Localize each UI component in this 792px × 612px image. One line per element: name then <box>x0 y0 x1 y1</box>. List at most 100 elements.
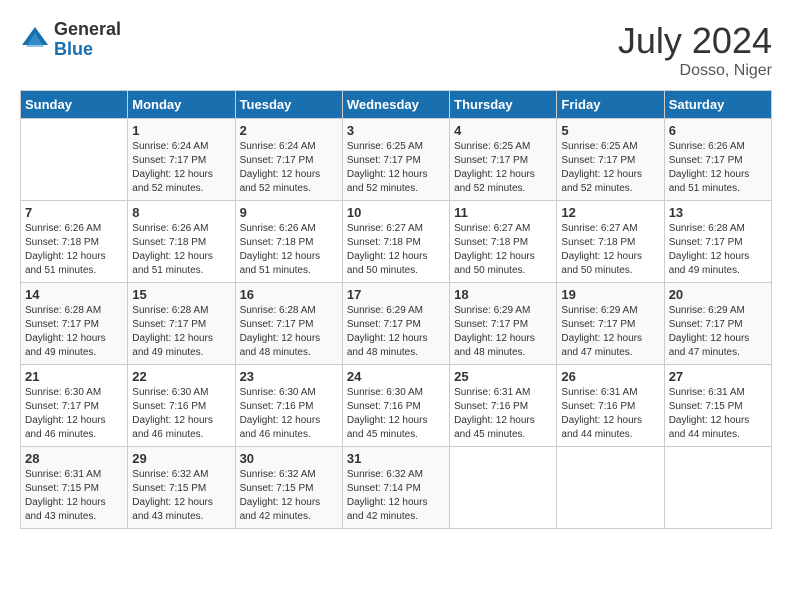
calendar-cell: 26 Sunrise: 6:31 AMSunset: 7:16 PMDayligh… <box>557 365 664 447</box>
day-number: 27 <box>669 369 767 384</box>
calendar-cell: 22 Sunrise: 6:30 AMSunset: 7:16 PMDayligh… <box>128 365 235 447</box>
calendar-cell: 14 Sunrise: 6:28 AMSunset: 7:17 PMDayligh… <box>21 283 128 365</box>
day-number: 7 <box>25 205 123 220</box>
day-number: 25 <box>454 369 552 384</box>
day-number: 12 <box>561 205 659 220</box>
day-number: 13 <box>669 205 767 220</box>
day-info: Sunrise: 6:24 AMSunset: 7:17 PMDaylight:… <box>240 140 338 196</box>
calendar-week-row: 1Sunrise: 6:24 AMSunset: 7:17 PMDaylight… <box>21 119 772 201</box>
weekday-header: Sunday <box>21 91 128 119</box>
calendar-cell: 30Sunrise: 6:32 AMSunset: 7:15 PMDayligh… <box>235 447 342 529</box>
calendar-week-row: 21 Sunrise: 6:30 AMSunset: 7:17 PMDayligh… <box>21 365 772 447</box>
day-number: 5 <box>561 123 659 138</box>
calendar-cell: 11 Sunrise: 6:27 AMSunset: 7:18 PMDayligh… <box>450 201 557 283</box>
logo-icon <box>20 25 50 55</box>
calendar-cell: 19 Sunrise: 6:29 AMSunset: 7:17 PMDayligh… <box>557 283 664 365</box>
day-info: Sunrise: 6:26 AMSunset: 7:18 PMDaylight:… <box>132 222 230 278</box>
day-info: Sunrise: 6:25 AMSunset: 7:17 PMDaylight:… <box>347 140 445 196</box>
calendar-cell: 12 Sunrise: 6:27 AMSunset: 7:18 PMDayligh… <box>557 201 664 283</box>
day-number: 14 <box>25 287 123 302</box>
day-number: 16 <box>240 287 338 302</box>
day-info: Sunrise: 6:28 AMSunset: 7:17 PMDaylight:… <box>669 222 767 278</box>
calendar-cell: 21 Sunrise: 6:30 AMSunset: 7:17 PMDayligh… <box>21 365 128 447</box>
calendar-cell <box>557 447 664 529</box>
calendar-table: SundayMondayTuesdayWednesdayThursdayFrid… <box>20 90 772 529</box>
day-info: Sunrise: 6:28 AMSunset: 7:17 PMDaylight:… <box>25 304 123 360</box>
day-info: Sunrise: 6:29 AMSunset: 7:17 PMDaylight:… <box>669 304 767 360</box>
calendar-cell: 15Sunrise: 6:28 AMSunset: 7:17 PMDayligh… <box>128 283 235 365</box>
calendar-cell: 6Sunrise: 6:26 AMSunset: 7:17 PMDaylight… <box>664 119 771 201</box>
day-number: 21 <box>25 369 123 384</box>
calendar-cell: 31 Sunrise: 6:32 AMSunset: 7:14 PMDayligh… <box>342 447 449 529</box>
day-number: 29 <box>132 451 230 466</box>
weekday-header: Thursday <box>450 91 557 119</box>
calendar-cell: 17 Sunrise: 6:29 AMSunset: 7:17 PMDayligh… <box>342 283 449 365</box>
weekday-header: Wednesday <box>342 91 449 119</box>
calendar-cell: 18 Sunrise: 6:29 AMSunset: 7:17 PMDayligh… <box>450 283 557 365</box>
weekday-header: Monday <box>128 91 235 119</box>
day-number: 30 <box>240 451 338 466</box>
logo: General Blue <box>20 20 121 60</box>
logo-general-text: General <box>54 20 121 40</box>
day-number: 22 <box>132 369 230 384</box>
weekday-header: Saturday <box>664 91 771 119</box>
day-number: 28 <box>25 451 123 466</box>
calendar-week-row: 7 Sunrise: 6:26 AMSunset: 7:18 PMDaylight… <box>21 201 772 283</box>
day-number: 20 <box>669 287 767 302</box>
day-info: Sunrise: 6:27 AMSunset: 7:18 PMDaylight:… <box>561 222 659 278</box>
day-info: Sunrise: 6:25 AMSunset: 7:17 PMDaylight:… <box>454 140 552 196</box>
calendar-cell: 10Sunrise: 6:27 AMSunset: 7:18 PMDayligh… <box>342 201 449 283</box>
calendar-cell: 24Sunrise: 6:30 AMSunset: 7:16 PMDayligh… <box>342 365 449 447</box>
day-info: Sunrise: 6:30 AMSunset: 7:16 PMDaylight:… <box>347 386 445 442</box>
calendar-cell: 28 Sunrise: 6:31 AMSunset: 7:15 PMDayligh… <box>21 447 128 529</box>
day-info: Sunrise: 6:26 AMSunset: 7:18 PMDaylight:… <box>240 222 338 278</box>
day-number: 26 <box>561 369 659 384</box>
day-info: Sunrise: 6:31 AMSunset: 7:15 PMDaylight:… <box>25 468 123 524</box>
calendar-cell <box>21 119 128 201</box>
calendar-cell: 27 Sunrise: 6:31 AMSunset: 7:15 PMDayligh… <box>664 365 771 447</box>
calendar-cell: 3 Sunrise: 6:25 AMSunset: 7:17 PMDaylight… <box>342 119 449 201</box>
calendar-cell: 25 Sunrise: 6:31 AMSunset: 7:16 PMDayligh… <box>450 365 557 447</box>
calendar-cell: 16 Sunrise: 6:28 AMSunset: 7:17 PMDayligh… <box>235 283 342 365</box>
calendar-cell: 8Sunrise: 6:26 AMSunset: 7:18 PMDaylight… <box>128 201 235 283</box>
calendar-cell: 4 Sunrise: 6:25 AMSunset: 7:17 PMDaylight… <box>450 119 557 201</box>
day-info: Sunrise: 6:31 AMSunset: 7:15 PMDaylight:… <box>669 386 767 442</box>
day-number: 4 <box>454 123 552 138</box>
day-info: Sunrise: 6:30 AMSunset: 7:17 PMDaylight:… <box>25 386 123 442</box>
day-info: Sunrise: 6:31 AMSunset: 7:16 PMDaylight:… <box>454 386 552 442</box>
calendar-cell: 13 Sunrise: 6:28 AMSunset: 7:17 PMDayligh… <box>664 201 771 283</box>
day-info: Sunrise: 6:30 AMSunset: 7:16 PMDaylight:… <box>132 386 230 442</box>
day-info: Sunrise: 6:31 AMSunset: 7:16 PMDaylight:… <box>561 386 659 442</box>
logo-text: General Blue <box>54 20 121 60</box>
day-info: Sunrise: 6:29 AMSunset: 7:17 PMDaylight:… <box>561 304 659 360</box>
day-number: 19 <box>561 287 659 302</box>
day-number: 10 <box>347 205 445 220</box>
calendar-cell: 9 Sunrise: 6:26 AMSunset: 7:18 PMDaylight… <box>235 201 342 283</box>
day-info: Sunrise: 6:28 AMSunset: 7:17 PMDaylight:… <box>240 304 338 360</box>
day-number: 11 <box>454 205 552 220</box>
day-info: Sunrise: 6:27 AMSunset: 7:18 PMDaylight:… <box>454 222 552 278</box>
day-info: Sunrise: 6:32 AMSunset: 7:15 PMDaylight:… <box>132 468 230 524</box>
calendar-cell: 29 Sunrise: 6:32 AMSunset: 7:15 PMDayligh… <box>128 447 235 529</box>
day-info: Sunrise: 6:25 AMSunset: 7:17 PMDaylight:… <box>561 140 659 196</box>
calendar-cell <box>664 447 771 529</box>
day-number: 3 <box>347 123 445 138</box>
calendar-cell: 5 Sunrise: 6:25 AMSunset: 7:17 PMDaylight… <box>557 119 664 201</box>
day-number: 9 <box>240 205 338 220</box>
title-block: July 2024 Dosso, Niger <box>618 20 772 80</box>
day-info: Sunrise: 6:28 AMSunset: 7:17 PMDaylight:… <box>132 304 230 360</box>
calendar-cell: 1Sunrise: 6:24 AMSunset: 7:17 PMDaylight… <box>128 119 235 201</box>
day-number: 17 <box>347 287 445 302</box>
day-info: Sunrise: 6:30 AMSunset: 7:16 PMDaylight:… <box>240 386 338 442</box>
day-number: 31 <box>347 451 445 466</box>
calendar-cell: 23Sunrise: 6:30 AMSunset: 7:16 PMDayligh… <box>235 365 342 447</box>
calendar-week-row: 28 Sunrise: 6:31 AMSunset: 7:15 PMDayligh… <box>21 447 772 529</box>
day-number: 2 <box>240 123 338 138</box>
day-number: 18 <box>454 287 552 302</box>
calendar-cell: 20 Sunrise: 6:29 AMSunset: 7:17 PMDayligh… <box>664 283 771 365</box>
day-info: Sunrise: 6:32 AMSunset: 7:14 PMDaylight:… <box>347 468 445 524</box>
day-info: Sunrise: 6:29 AMSunset: 7:17 PMDaylight:… <box>454 304 552 360</box>
weekday-header-row: SundayMondayTuesdayWednesdayThursdayFrid… <box>21 91 772 119</box>
day-number: 6 <box>669 123 767 138</box>
day-info: Sunrise: 6:29 AMSunset: 7:17 PMDaylight:… <box>347 304 445 360</box>
